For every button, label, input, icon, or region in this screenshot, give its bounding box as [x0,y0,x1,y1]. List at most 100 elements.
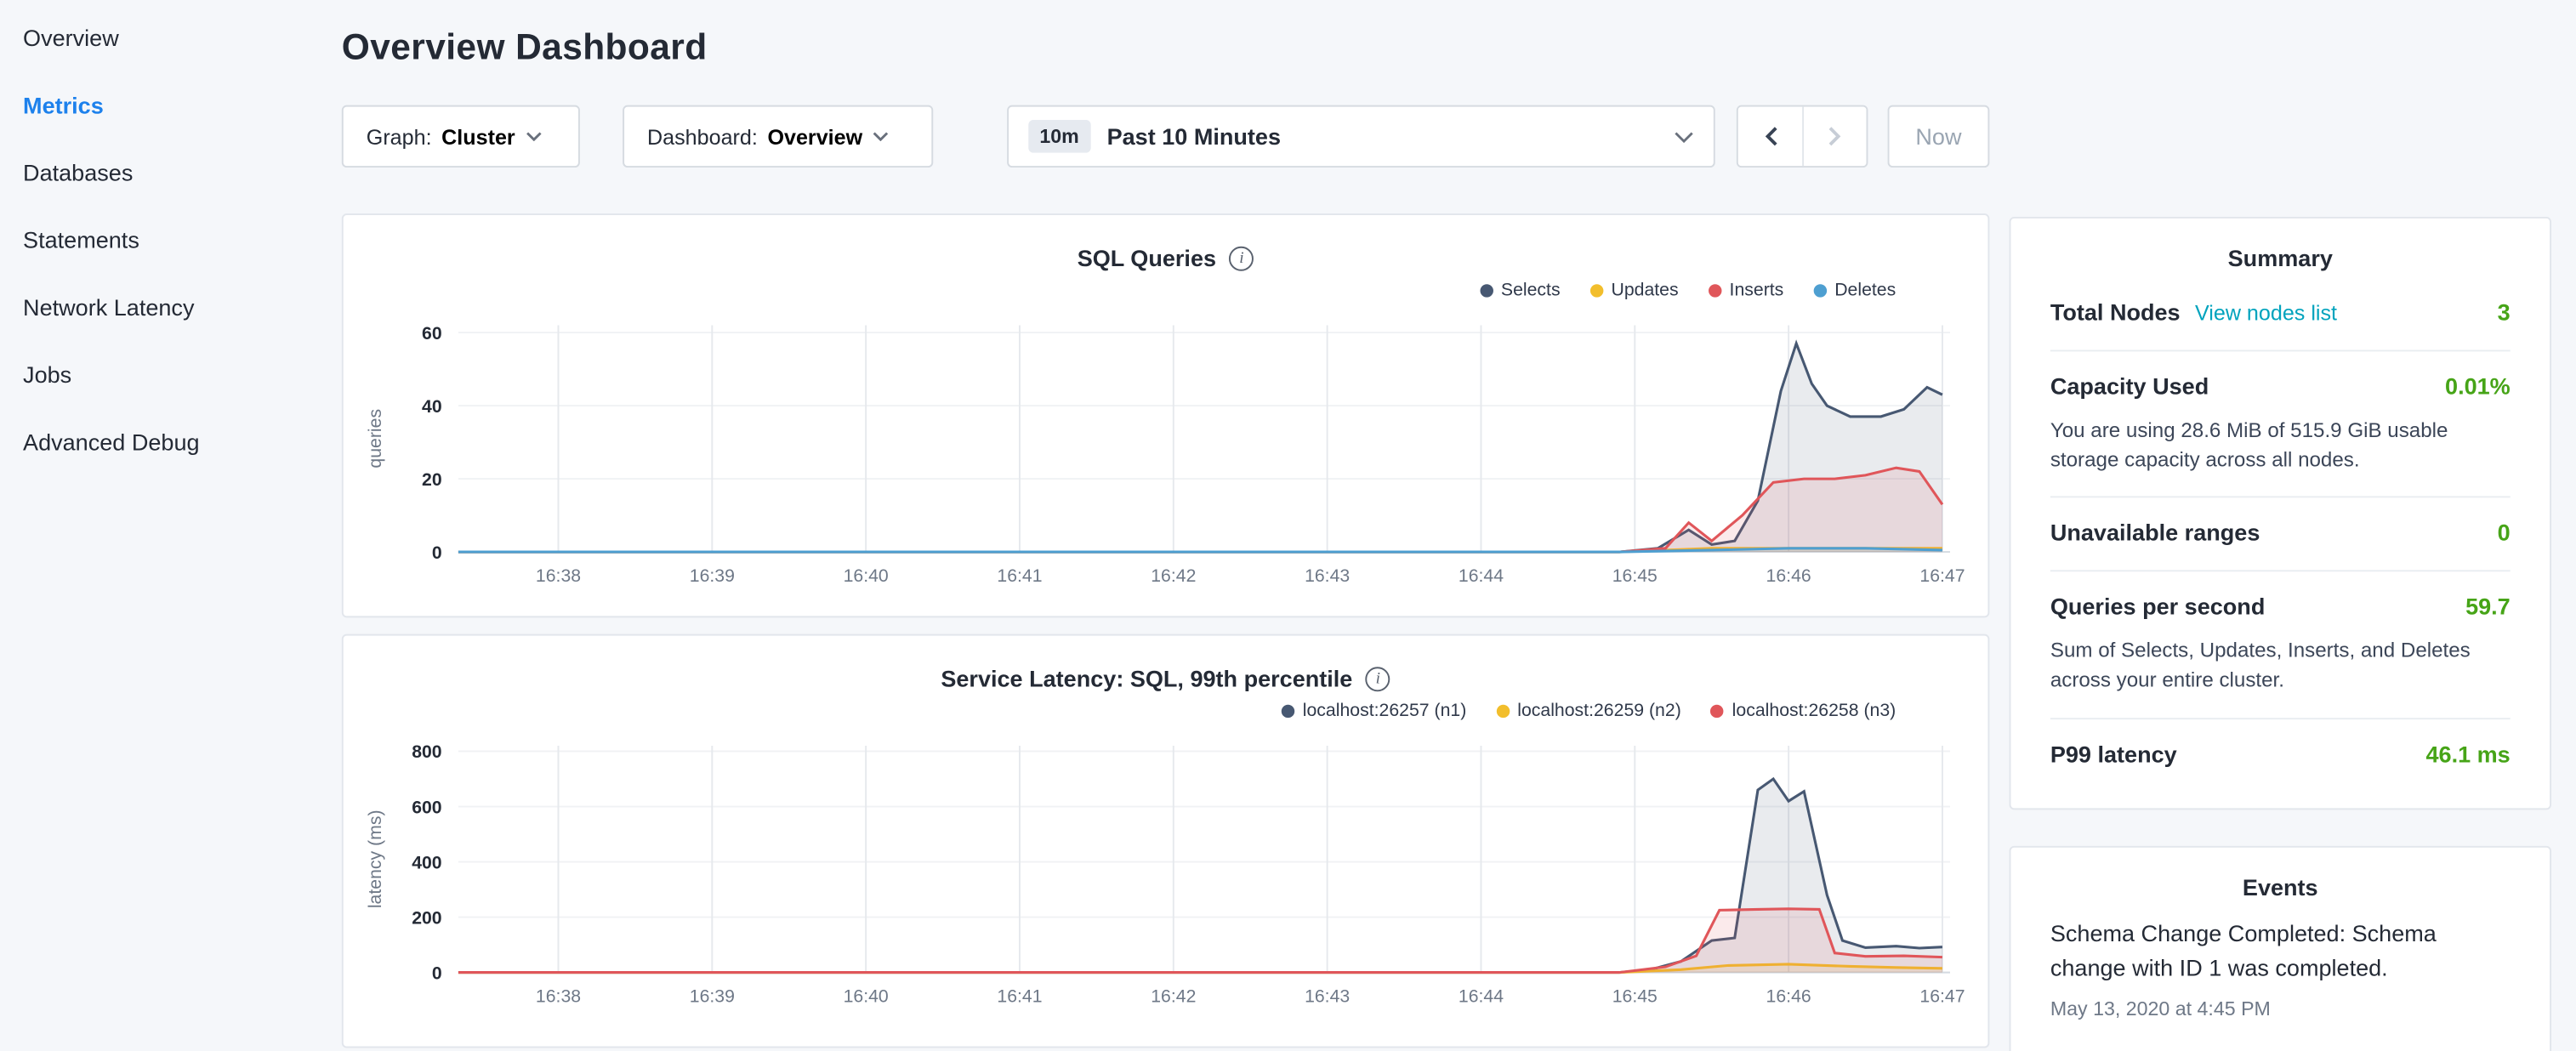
summary-label: Total Nodes [2050,299,2181,326]
chart-plot-area: latency (ms) 16:3816:3916:4016:4116:4216… [344,733,1988,1015]
svg-text:16:40: 16:40 [844,565,889,586]
sidebar-item-databases[interactable]: Databases [0,138,342,205]
chart-legend: localhost:26257 (n1) localhost:26259 (n2)… [344,698,1988,723]
chevron-down-icon [873,132,889,142]
svg-text:16:38: 16:38 [536,565,581,586]
sidebar-item-overview[interactable]: Overview [0,3,342,71]
graph-scope-dropdown[interactable]: Graph: Cluster [342,105,580,168]
events-panel: Events Schema Change Completed: Schema c… [2010,845,2551,1051]
y-axis-label: latency (ms) [367,810,386,908]
summary-label: Capacity Used [2050,373,2209,400]
summary-label: Unavailable ranges [2050,520,2260,546]
sidebar-item-network-latency[interactable]: Network Latency [0,273,342,340]
legend-item-selects[interactable]: Selects [1480,277,1561,302]
chart-plot-area: queries 16:3816:3916:4016:4116:4216:4316… [344,312,1988,594]
svg-text:16:46: 16:46 [1766,565,1811,586]
svg-text:16:41: 16:41 [997,986,1042,1006]
legend-item-updates[interactable]: Updates [1589,277,1678,302]
dashboard-dropdown[interactable]: Dashboard: Overview [623,105,933,168]
legend-dot-icon [1589,283,1602,296]
legend-dot-icon [1282,704,1294,717]
time-window-selector[interactable]: 10m Past 10 Minutes [1007,105,1715,168]
summary-title: Summary [2050,245,2511,271]
svg-text:400: 400 [412,852,441,872]
svg-text:16:41: 16:41 [997,565,1042,586]
svg-text:16:46: 16:46 [1766,986,1811,1006]
summary-description: Sum of Selects, Updates, Inserts, and De… [2050,636,2511,696]
svg-text:16:42: 16:42 [1151,565,1196,586]
summary-value: 59.7 [2465,594,2511,620]
info-icon[interactable]: i [1366,666,1390,690]
chart-title-row: Service Latency: SQL, 99th percentile i [344,636,1988,692]
legend-item-deletes[interactable]: Deletes [1813,277,1896,302]
svg-text:16:47: 16:47 [1919,986,1965,1006]
legend-item-localhost-26257-n1[interactable]: localhost:26257 (n1) [1282,698,1467,723]
svg-text:600: 600 [412,797,441,817]
svg-text:800: 800 [412,741,441,762]
now-button[interactable]: Now [1888,105,1990,168]
page-title: Overview Dashboard [342,26,1990,69]
service-latency-chart-card: Service Latency: SQL, 99th percentile i … [342,634,1990,1048]
sidebar-item-advanced-debug[interactable]: Advanced Debug [0,407,342,474]
chart-title: Service Latency: SQL, 99th percentile [941,665,1352,691]
view-nodes-list-link[interactable]: View nodes list [2195,301,2337,326]
chevron-down-icon [1675,131,1694,143]
right-sidebar: Summary Total NodesView nodes list3Capac… [2010,217,2551,1051]
legend-label: localhost:26258 (n3) [1732,701,1896,720]
legend-label: Inserts [1730,280,1784,299]
legend-label: Deletes [1834,280,1896,299]
svg-text:200: 200 [412,907,441,928]
svg-text:16:44: 16:44 [1459,565,1504,586]
info-icon[interactable]: i [1229,246,1254,270]
summary-value: 0 [2498,520,2511,546]
legend-item-inserts[interactable]: Inserts [1708,277,1783,302]
dashboard-dropdown-value: Overview [767,124,862,149]
main-content: Overview Dashboard Graph: Cluster Dashbo… [342,0,1990,1048]
sidebar-item-statements[interactable]: Statements [0,205,342,272]
svg-text:60: 60 [422,323,442,344]
legend-dot-icon [1711,704,1724,717]
dashboard-dropdown-prefix: Dashboard: [647,124,758,149]
svg-text:40: 40 [422,396,442,417]
chevron-left-icon [1762,125,1778,148]
sidebar-item-jobs[interactable]: Jobs [0,340,342,407]
time-back-button[interactable] [1738,107,1802,167]
svg-text:16:42: 16:42 [1151,986,1196,1006]
sidebar-item-metrics[interactable]: Metrics [0,71,342,138]
legend-dot-icon [1480,283,1493,296]
svg-text:16:44: 16:44 [1459,986,1504,1006]
events-title: Events [2050,873,2511,900]
summary-label: P99 latency [2050,740,2177,766]
chevron-right-icon [1827,125,1843,148]
summary-description: You are using 28.6 MiB of 515.9 GiB usab… [2050,416,2511,475]
summary-row-p99-latency: P99 latency 46.1 ms [2050,719,2511,791]
svg-text:16:43: 16:43 [1305,565,1350,586]
svg-text:16:38: 16:38 [536,986,581,1006]
time-step-buttons [1737,105,1868,168]
svg-text:16:45: 16:45 [1612,565,1658,586]
svg-text:16:40: 16:40 [844,986,889,1006]
legend-item-localhost-26259-n2[interactable]: localhost:26259 (n2) [1496,698,1681,723]
controls-bar: Graph: Cluster Dashboard: Overview 10m P… [342,105,1990,168]
sql-queries-chart-card: SQL Queries i Selects Updates Inserts Delet… [342,213,1990,617]
summary-row-unavailable-ranges: Unavailable ranges 0 [2050,498,2511,572]
legend-label: localhost:26259 (n2) [1517,701,1681,720]
legend-label: Selects [1501,280,1561,299]
svg-text:16:47: 16:47 [1919,565,1965,586]
service-latency-plot: 16:3816:3916:4016:4116:4216:4316:4416:45… [356,733,1982,1015]
event-message: Schema Change Completed: Schema change w… [2050,916,2511,987]
event-timestamp: May 13, 2020 at 4:45 PM [2050,997,2511,1020]
chart-title: SQL Queries [1078,245,1216,271]
summary-value: 46.1 ms [2425,740,2510,766]
graph-dropdown-value: Cluster [441,124,515,149]
sql-queries-plot: 16:3816:3916:4016:4116:4216:4316:4416:45… [356,312,1982,594]
time-forward-button[interactable] [1802,107,1866,167]
time-window-label: Past 10 Minutes [1107,123,1658,150]
legend-item-localhost-26258-n3[interactable]: localhost:26258 (n3) [1711,698,1896,723]
sidebar-nav-list: OverviewMetricsDatabasesStatementsNetwor… [0,0,342,474]
chart-title-row: SQL Queries i [344,215,1988,271]
svg-text:16:45: 16:45 [1612,986,1658,1006]
y-axis-label: queries [367,409,386,469]
legend-label: Updates [1611,280,1678,299]
summary-row-capacity-used: Capacity Used0.01%You are using 28.6 MiB… [2050,351,2511,497]
